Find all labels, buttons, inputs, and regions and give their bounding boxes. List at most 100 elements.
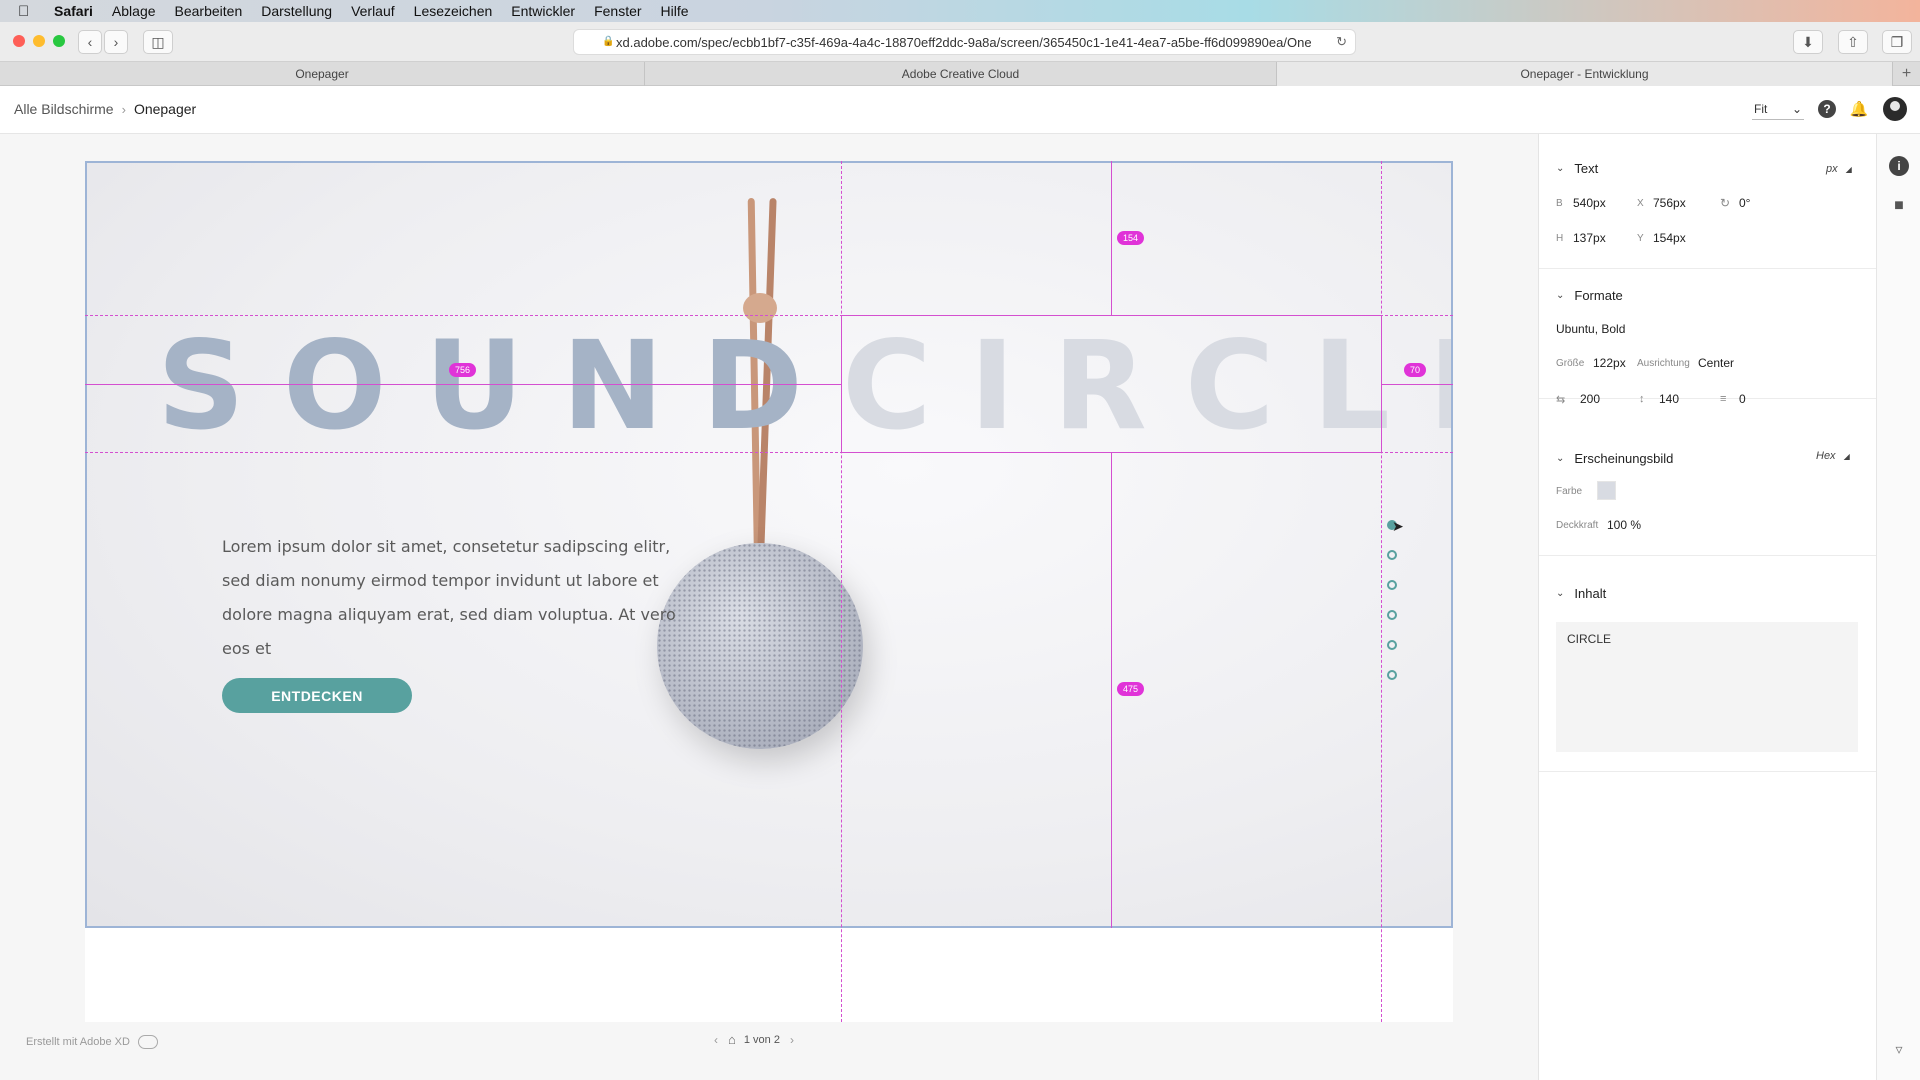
home-icon[interactable]: ⌂ xyxy=(728,1032,736,1047)
page-dot[interactable] xyxy=(1387,550,1397,560)
section-formats-header[interactable]: ⌄ Formate xyxy=(1556,288,1623,303)
cursor-icon: ➤ xyxy=(1392,518,1404,534)
section-content-title: Inhalt xyxy=(1574,586,1607,601)
share-button[interactable]: ⇧ xyxy=(1838,30,1868,54)
artboard[interactable]: SOUND CIRCLE Lorem ipsum dolor sit amet,… xyxy=(85,161,1453,928)
zoom-window-button[interactable] xyxy=(53,35,65,47)
downloads-button[interactable]: ⬇ xyxy=(1793,30,1823,54)
entdecken-button[interactable]: ENTDECKEN xyxy=(222,678,412,713)
menu-fenster[interactable]: Fenster xyxy=(594,3,641,19)
measure-badge-top: 154 xyxy=(1117,231,1145,245)
section-appearance-header[interactable]: ⌄ Erscheinungsbild xyxy=(1556,451,1673,466)
height-label: H xyxy=(1556,233,1564,244)
share-icon: ⇧ xyxy=(1847,33,1859,50)
next-screen-button[interactable]: › xyxy=(790,1033,794,1047)
measure-badge-left: 756 xyxy=(449,363,477,377)
back-button[interactable]: ‹ xyxy=(78,30,102,54)
unit-toggle-px[interactable]: px ◢ xyxy=(1826,163,1852,175)
screen-pager: ‹ ⌂ 1 von 2 › xyxy=(704,1032,804,1047)
canvas-area: SOUND CIRCLE Lorem ipsum dolor sit amet,… xyxy=(0,134,1538,1080)
page-dot[interactable] xyxy=(1387,610,1397,620)
color-swatch[interactable] xyxy=(1597,481,1616,500)
section-appearance-title: Erscheinungsbild xyxy=(1574,451,1674,466)
chevron-down-icon: ⌄ xyxy=(1556,453,1565,464)
triangle-icon: ◢ xyxy=(1845,165,1852,174)
page-dot[interactable] xyxy=(1387,640,1397,650)
body-text[interactable]: Lorem ipsum dolor sit amet, consetetur s… xyxy=(222,530,682,666)
section-appearance: ⌄ Erscheinungsbild Hex ◢ Farbe Deckkraft … xyxy=(1539,430,1877,556)
lock-icon: 🔒 xyxy=(602,36,615,47)
page-dots xyxy=(1387,520,1399,700)
chevron-right-icon: › xyxy=(121,101,126,117)
browser-toolbar: ‹ › ◫ 🔒 xd.adobe.com/spec/ecbb1bf7-c35f-… xyxy=(0,22,1920,62)
chevron-down-icon: ⌄ xyxy=(1556,163,1565,174)
page-dot[interactable] xyxy=(1387,580,1397,590)
plus-icon: + xyxy=(1901,64,1912,82)
section-content: ⌄ Inhalt CIRCLE xyxy=(1539,562,1877,772)
line-height-value: 140 xyxy=(1659,392,1680,406)
section-text-header[interactable]: ⌄ Text xyxy=(1556,161,1598,176)
speaker-image xyxy=(657,543,863,749)
headline-sound[interactable]: SOUND xyxy=(157,325,841,447)
menu-hilfe[interactable]: Hilfe xyxy=(661,3,689,19)
avatar[interactable] xyxy=(1883,97,1907,121)
info-icon[interactable]: i xyxy=(1889,156,1909,176)
tab-onepager-entwicklung[interactable]: Onepager - Entwicklung xyxy=(1277,62,1893,86)
menu-ablage[interactable]: Ablage xyxy=(112,3,156,19)
apple-icon[interactable]:  xyxy=(18,3,40,20)
menu-lesezeichen[interactable]: Lesezeichen xyxy=(414,3,493,19)
tab-overview-button[interactable]: ❐ xyxy=(1882,30,1912,54)
menu-entwickler[interactable]: Entwickler xyxy=(511,3,575,19)
zoom-value: Fit xyxy=(1754,101,1768,116)
forward-button[interactable]: › xyxy=(104,30,128,54)
menu-verlauf[interactable]: Verlauf xyxy=(351,3,395,19)
inspector-rail: i ■ ▿ xyxy=(1876,134,1920,1080)
minimize-window-button[interactable] xyxy=(33,35,45,47)
pager-label: 1 von 2 xyxy=(743,1033,780,1046)
sidebar-toggle-button[interactable]: ◫ xyxy=(143,30,173,54)
reload-icon[interactable]: ↻ xyxy=(1336,34,1347,50)
width-value: 540px xyxy=(1573,196,1606,210)
width-label: B xyxy=(1556,198,1563,209)
section-formats-title: Formate xyxy=(1574,288,1623,303)
bell-icon[interactable]: 🔔 xyxy=(1850,100,1869,118)
menu-app-safari[interactable]: Safari xyxy=(54,3,93,19)
close-window-button[interactable] xyxy=(13,35,25,47)
made-with-label: Erstellt mit Adobe XD xyxy=(26,1036,130,1048)
tab-onepager[interactable]: Onepager xyxy=(0,62,645,86)
artboard-continuation xyxy=(85,928,1453,1022)
previous-screen-button[interactable]: ‹ xyxy=(714,1033,718,1047)
section-content-header[interactable]: ⌄ Inhalt xyxy=(1556,586,1606,601)
align-value: Center xyxy=(1698,356,1735,370)
tab-adobe-creative-cloud[interactable]: Adobe Creative Cloud xyxy=(645,62,1277,86)
line-height-icon: ↕ xyxy=(1639,393,1645,405)
guide-measure-bottom xyxy=(1111,452,1112,928)
y-label: Y xyxy=(1637,233,1644,244)
guide-measure-right xyxy=(1381,384,1453,385)
comment-icon[interactable]: ■ xyxy=(1889,196,1909,216)
menu-darstellung[interactable]: Darstellung xyxy=(261,3,332,19)
page-dot[interactable] xyxy=(1387,670,1397,680)
x-label: X xyxy=(1637,198,1644,209)
zoom-select[interactable]: Fit ⌄ xyxy=(1752,98,1804,120)
address-bar[interactable]: 🔒 xd.adobe.com/spec/ecbb1bf7-c35f-469a-4… xyxy=(573,29,1356,55)
rotation-value: 0° xyxy=(1739,196,1751,210)
menu-bearbeiten[interactable]: Bearbeiten xyxy=(175,3,243,19)
breadcrumb-all-screens[interactable]: Alle Bildschirme xyxy=(14,101,114,117)
chevron-right-icon: › xyxy=(113,34,119,50)
tracking-icon: ⇆ xyxy=(1556,394,1566,406)
measure-badge-right: 70 xyxy=(1404,363,1427,377)
creative-cloud-icon xyxy=(137,1035,158,1049)
content-text-box[interactable]: CIRCLE xyxy=(1556,622,1858,752)
chevron-left-icon: ‹ xyxy=(87,34,93,50)
height-value: 137px xyxy=(1573,231,1606,245)
unit-toggle-hex[interactable]: Hex ◢ xyxy=(1816,450,1850,462)
filter-icon[interactable]: ▿ xyxy=(1889,1039,1909,1059)
made-with-xd: Erstellt mit Adobe XD xyxy=(26,1035,158,1049)
guide-dashed-right xyxy=(1381,161,1382,1022)
size-label: Größe xyxy=(1556,358,1585,369)
new-tab-button[interactable]: + xyxy=(1893,62,1920,85)
help-icon[interactable]: ? xyxy=(1818,100,1836,118)
unit-value: px xyxy=(1826,163,1838,175)
unit-value: Hex xyxy=(1816,450,1836,462)
